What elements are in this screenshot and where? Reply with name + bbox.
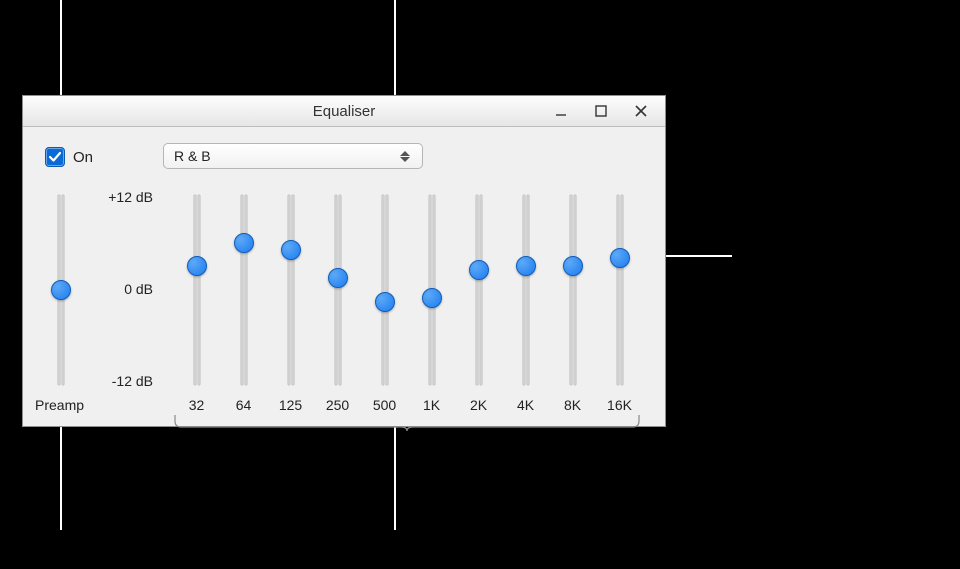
eq-band-slider[interactable] bbox=[467, 195, 491, 385]
callout-line bbox=[60, 410, 62, 530]
slider-track bbox=[476, 195, 482, 385]
minimize-icon bbox=[554, 104, 568, 118]
slider-track bbox=[523, 195, 529, 385]
preamp-label: Preamp bbox=[35, 397, 84, 413]
close-icon bbox=[634, 104, 648, 118]
close-button[interactable] bbox=[621, 99, 661, 123]
slider-thumb[interactable] bbox=[187, 256, 207, 276]
eq-band-slider[interactable] bbox=[514, 195, 538, 385]
maximize-icon bbox=[594, 104, 608, 118]
slider-thumb[interactable] bbox=[281, 240, 301, 260]
slider-track bbox=[570, 195, 576, 385]
preset-dropdown[interactable]: R & B bbox=[163, 143, 423, 169]
slider-thumb[interactable] bbox=[610, 248, 630, 268]
scale-bot: -12 dB bbox=[112, 373, 153, 389]
eq-bands: 32641252505001K2K4K8K16K bbox=[173, 195, 643, 385]
eq-band-label: 2K bbox=[458, 397, 500, 413]
slider-track bbox=[288, 195, 294, 385]
slider-thumb[interactable] bbox=[422, 288, 442, 308]
window-body: On R & B +12 dB 0 dB -12 dB Preamp 32641… bbox=[23, 127, 665, 427]
slider-track bbox=[617, 195, 623, 385]
slider-thumb[interactable] bbox=[234, 233, 254, 253]
eq-band-label: 32 bbox=[176, 397, 218, 413]
on-row: On bbox=[45, 147, 93, 167]
eq-band-slider[interactable] bbox=[326, 195, 350, 385]
updown-caret-icon bbox=[394, 144, 416, 168]
eq-band-slider[interactable] bbox=[561, 195, 585, 385]
on-checkbox[interactable] bbox=[45, 147, 65, 167]
preamp-slider[interactable] bbox=[49, 195, 73, 385]
slider-thumb[interactable] bbox=[51, 280, 71, 300]
preset-value: R & B bbox=[174, 148, 211, 164]
bands-brace bbox=[173, 415, 643, 431]
slider-thumb[interactable] bbox=[516, 256, 536, 276]
slider-track bbox=[194, 195, 200, 385]
maximize-button[interactable] bbox=[581, 99, 621, 123]
db-scale: +12 dB 0 dB -12 dB bbox=[93, 189, 153, 389]
eq-band-slider[interactable] bbox=[608, 195, 632, 385]
eq-band-label: 8K bbox=[552, 397, 594, 413]
titlebar[interactable]: Equaliser bbox=[23, 96, 665, 127]
eq-band-label: 125 bbox=[270, 397, 312, 413]
eq-band-label: 4K bbox=[505, 397, 547, 413]
on-label: On bbox=[73, 149, 93, 166]
slider-thumb[interactable] bbox=[375, 292, 395, 312]
eq-band-slider[interactable] bbox=[185, 195, 209, 385]
checkmark-icon bbox=[48, 150, 62, 164]
eq-band-slider[interactable] bbox=[373, 195, 397, 385]
scale-mid: 0 dB bbox=[124, 281, 153, 297]
slider-thumb[interactable] bbox=[563, 256, 583, 276]
slider-track bbox=[335, 195, 341, 385]
eq-band-label: 16K bbox=[599, 397, 641, 413]
eq-band-label: 250 bbox=[317, 397, 359, 413]
slider-track bbox=[241, 195, 247, 385]
eq-band-label: 64 bbox=[223, 397, 265, 413]
slider-thumb[interactable] bbox=[469, 260, 489, 280]
eq-band-slider[interactable] bbox=[232, 195, 256, 385]
slider-track bbox=[382, 195, 388, 385]
eq-band-slider[interactable] bbox=[279, 195, 303, 385]
scale-top: +12 dB bbox=[108, 189, 153, 205]
eq-band-label: 500 bbox=[364, 397, 406, 413]
minimize-button[interactable] bbox=[541, 99, 581, 123]
equaliser-window: Equaliser On R & B bbox=[22, 95, 666, 427]
window-system-buttons bbox=[541, 99, 661, 123]
window-title: Equaliser bbox=[313, 103, 376, 120]
eq-band-slider[interactable] bbox=[420, 195, 444, 385]
eq-band-label: 1K bbox=[411, 397, 453, 413]
slider-thumb[interactable] bbox=[328, 268, 348, 288]
